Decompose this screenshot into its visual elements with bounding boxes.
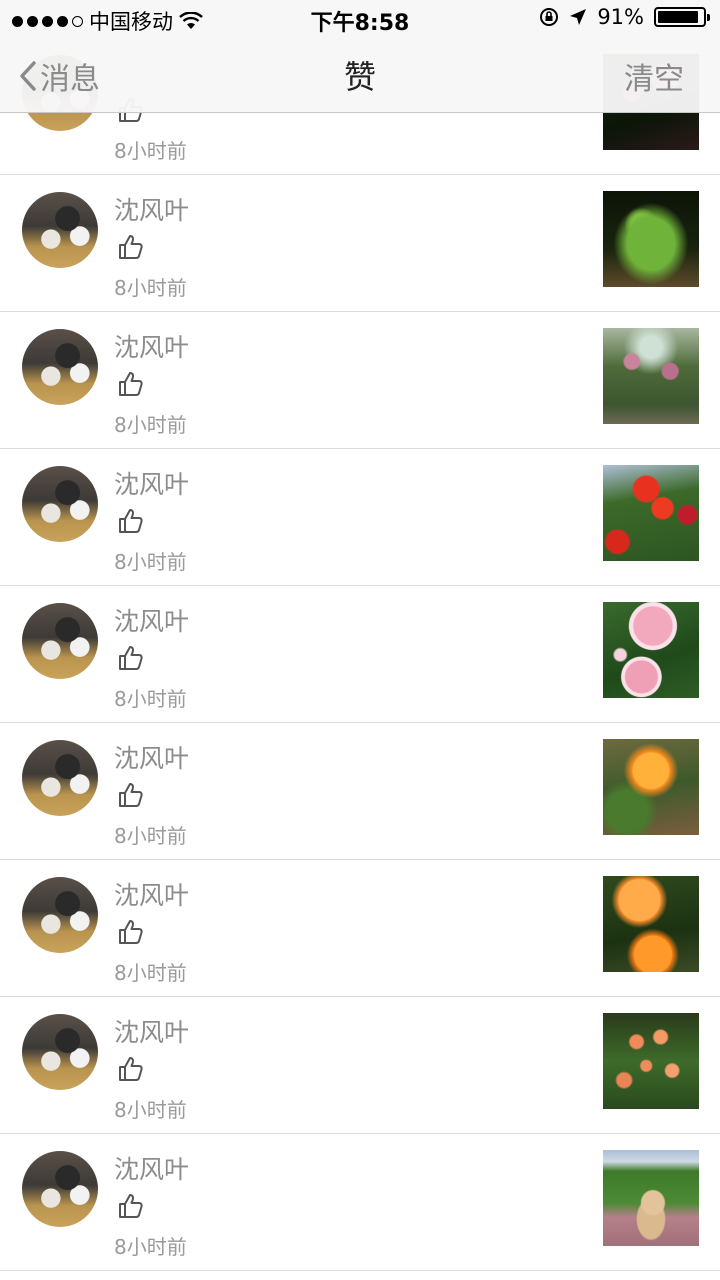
- avatar[interactable]: [22, 1151, 98, 1227]
- post-thumbnail[interactable]: [603, 465, 699, 561]
- avatar[interactable]: [22, 603, 98, 679]
- like-row[interactable]: 沈风叶 8小时前: [0, 449, 720, 586]
- thumbs-up-icon: [116, 507, 144, 535]
- post-thumbnail[interactable]: [603, 739, 699, 835]
- avatar[interactable]: [22, 329, 98, 405]
- like-row[interactable]: 沈风叶 8小时前: [0, 1134, 720, 1271]
- timestamp: 8小时前: [114, 139, 187, 163]
- user-name[interactable]: 沈风叶: [114, 465, 189, 501]
- status-bar: 中国移动 下午8:58 91%: [0, 0, 720, 36]
- avatar[interactable]: [22, 192, 98, 268]
- like-row[interactable]: 沈风叶 8小时前: [0, 175, 720, 312]
- rotation-lock-icon: [540, 8, 559, 26]
- timestamp: 8小时前: [114, 276, 187, 300]
- post-thumbnail[interactable]: [603, 191, 699, 287]
- nav-bar: 消息 赞 清空: [0, 36, 720, 113]
- like-row[interactable]: 沈风叶 8小时前: [0, 312, 720, 449]
- timestamp: 8小时前: [114, 413, 187, 437]
- timestamp: 8小时前: [114, 550, 187, 574]
- user-name[interactable]: 沈风叶: [114, 191, 189, 227]
- user-name[interactable]: 沈风叶: [114, 602, 189, 638]
- thumbs-up-icon: [116, 781, 144, 809]
- thumbs-up-icon: [116, 233, 144, 261]
- battery-icon: [654, 7, 710, 27]
- avatar[interactable]: [22, 466, 98, 542]
- avatar[interactable]: [22, 877, 98, 953]
- post-thumbnail[interactable]: [603, 876, 699, 972]
- like-row[interactable]: 沈风叶 8小时前: [0, 586, 720, 723]
- user-name[interactable]: 沈风叶: [114, 876, 189, 912]
- thumbs-up-icon: [116, 918, 144, 946]
- user-name[interactable]: 沈风叶: [114, 328, 189, 364]
- avatar[interactable]: [22, 1014, 98, 1090]
- page-title: 赞: [343, 58, 376, 96]
- timestamp: 8小时前: [114, 824, 187, 848]
- user-name[interactable]: 沈风叶: [114, 739, 189, 775]
- post-thumbnail[interactable]: [603, 1013, 699, 1109]
- timestamp: 8小时前: [114, 1098, 187, 1122]
- timestamp: 8小时前: [114, 961, 187, 985]
- post-thumbnail[interactable]: [603, 1150, 699, 1246]
- timestamp: 8小时前: [114, 1235, 187, 1259]
- battery-percent: 91%: [597, 5, 644, 29]
- user-name[interactable]: 沈风叶: [114, 1150, 189, 1186]
- post-thumbnail[interactable]: [603, 602, 699, 698]
- post-thumbnail[interactable]: [603, 328, 699, 424]
- like-row[interactable]: 沈风叶 8小时前: [0, 860, 720, 997]
- likes-list: 8小时前 沈风叶 8小时前 沈风叶 8小时前 沈风叶 8小时前 沈风叶 8小时前 沈风叶 8小时前沈…: [0, 38, 720, 1271]
- thumbs-up-icon: [116, 1192, 144, 1220]
- like-row[interactable]: 沈风叶 8小时前: [0, 723, 720, 860]
- timestamp: 8小时前: [114, 687, 187, 711]
- location-arrow-icon: [570, 9, 587, 25]
- user-name[interactable]: 沈风叶: [114, 1013, 189, 1049]
- thumbs-up-icon: [116, 1055, 144, 1083]
- thumbs-up-icon: [116, 370, 144, 398]
- like-row[interactable]: 沈风叶 8小时前: [0, 997, 720, 1134]
- status-right: 91%: [539, 5, 710, 29]
- thumbs-up-icon: [116, 644, 144, 672]
- clear-button[interactable]: 清空: [624, 54, 684, 98]
- avatar[interactable]: [22, 740, 98, 816]
